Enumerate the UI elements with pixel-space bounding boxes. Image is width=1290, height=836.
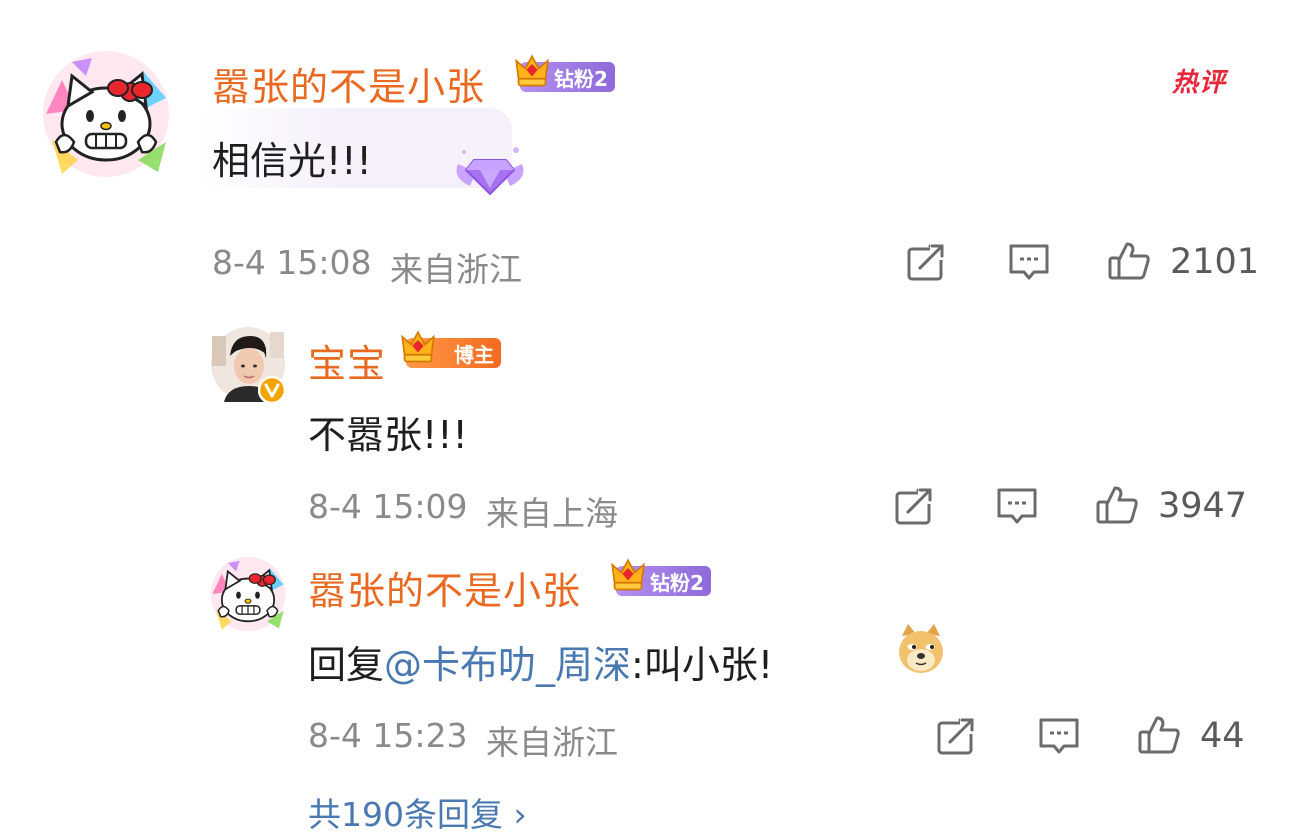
crown-icon [401,331,435,363]
comment-icon[interactable] [1008,242,1050,282]
share-icon[interactable] [894,486,936,526]
comment-time: 8-4 15:08 [212,243,372,282]
reply-username[interactable]: 宝宝 [308,333,386,388]
comment-icon[interactable] [1038,716,1080,756]
fan-badge[interactable]: 钻粉2 [515,55,615,92]
author-badge[interactable]: 博主 [401,331,501,368]
fan-badge-label: 钻粉2 [650,570,704,595]
fan-badge-label: 钻粉2 [554,66,608,91]
reply-location: 来自上海 [486,494,618,533]
reply-avatar[interactable] [209,555,287,633]
like-icon[interactable] [1136,714,1182,756]
comment-text: 相信光!!! [212,139,372,183]
reply-prefix: 回复 [308,643,385,687]
like-icon[interactable] [1106,240,1152,282]
comment-icon[interactable] [996,486,1038,526]
hello-kitty-avatar-icon [209,555,287,633]
reply-body: :叫小张! [631,643,774,687]
reply-username[interactable]: 嚣张的不是小张 [308,560,581,615]
reply-text: 不嚣张!!! [308,413,468,457]
doge-emoji [899,624,943,673]
more-replies-link[interactable]: 共190条回复 › [308,788,527,836]
share-icon[interactable] [906,242,948,282]
mention-link[interactable]: @卡布叻_周深 [384,643,631,687]
share-icon[interactable] [936,716,978,756]
commenter-username[interactable]: 嚣张的不是小张 [212,56,485,111]
like-count: 3947 [1158,486,1248,526]
hot-comment-label: 热评 [1172,68,1227,98]
comment-location: 来自浙江 [390,250,522,289]
fan-badge[interactable]: 钻粉2 [611,559,711,596]
verified-v-icon [258,376,286,404]
like-icon[interactable] [1094,484,1140,526]
hello-kitty-avatar-icon [41,49,171,179]
reply-location: 来自浙江 [486,723,618,762]
like-count: 44 [1200,716,1245,756]
author-badge-label: 博主 [454,342,494,367]
crown-icon [611,559,645,591]
like-count: 2101 [1170,242,1260,282]
reply-text: 回复@卡布叻_周深:叫小张! [308,634,773,689]
crown-icon [515,55,549,87]
reply-time: 8-4 15:23 [308,716,468,755]
diamond-wings-icon [456,147,524,196]
reply-time: 8-4 15:09 [308,487,468,526]
commenter-avatar[interactable] [41,49,171,179]
